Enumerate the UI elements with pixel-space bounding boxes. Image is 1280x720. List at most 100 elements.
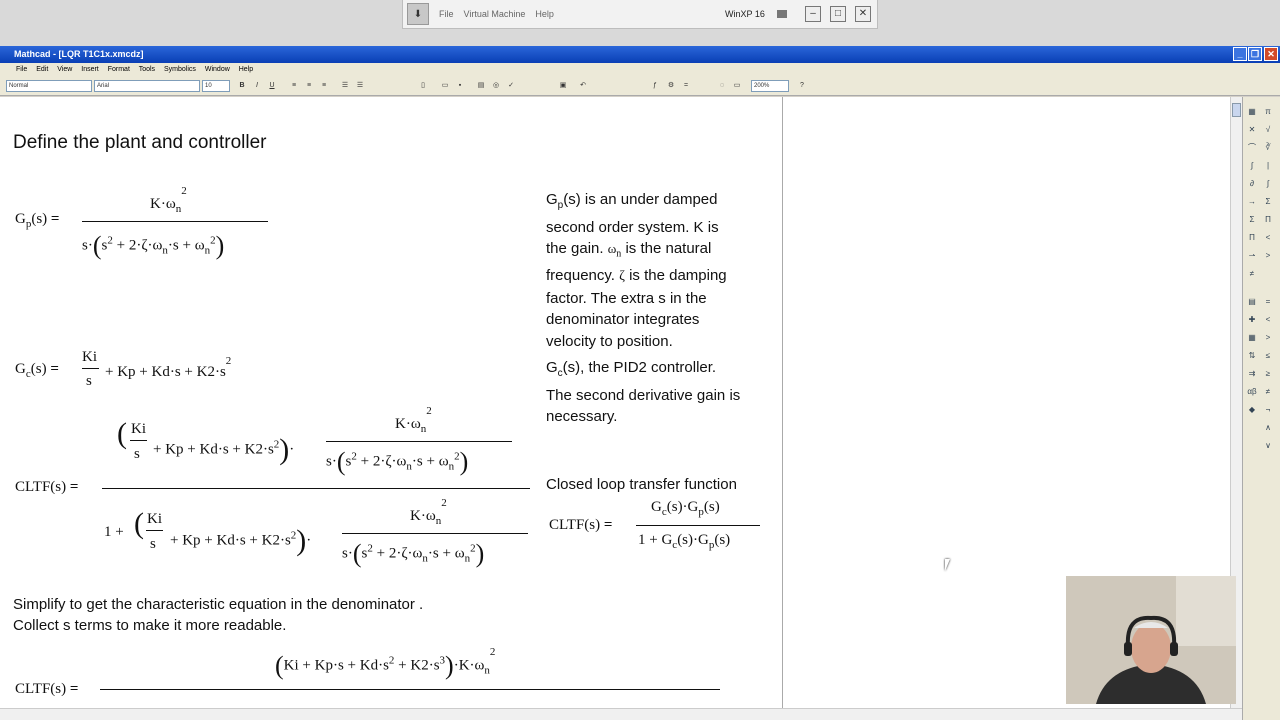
- pin-icon[interactable]: ⬇: [407, 3, 429, 25]
- preview-icon[interactable]: ◎: [491, 81, 501, 91]
- lt-icon[interactable]: <: [1263, 315, 1273, 325]
- gc-description: Gc(s), the PID2 controller. The second d…: [546, 359, 741, 425]
- heading: Define the plant and controller: [13, 132, 267, 153]
- modifier-icon[interactable]: ◆: [1247, 405, 1257, 415]
- paste-icon[interactable]: ▣: [558, 81, 568, 91]
- font-select[interactable]: Arial: [94, 80, 200, 92]
- save-icon[interactable]: ▪: [455, 81, 465, 91]
- window-restore-button[interactable]: ❐: [1248, 47, 1262, 61]
- vm-menu-help[interactable]: Help: [535, 9, 554, 19]
- webcam-overlay: [1066, 576, 1236, 704]
- numbering-icon[interactable]: ☰: [355, 81, 365, 91]
- vector-icon[interactable]: ⇀: [1247, 251, 1257, 261]
- product-icon[interactable]: Π: [1247, 233, 1257, 243]
- ne-icon[interactable]: ≠: [1263, 387, 1273, 397]
- new-icon[interactable]: ▯: [418, 81, 428, 91]
- greek-icon[interactable]: αβ: [1247, 387, 1257, 397]
- sqrt-icon[interactable]: √: [1263, 125, 1273, 135]
- spell-icon[interactable]: ✓: [506, 81, 516, 91]
- ge-icon[interactable]: ≥: [1263, 369, 1273, 379]
- derivative-icon[interactable]: ∂: [1247, 179, 1257, 189]
- math-toolbars: ▦ ✕ ⌒ ∫ ∂ → Σ Π ⇀ ≠ ▤ ✚ ▦ ⇅ ⇉ αβ ◆ π √ ∛…: [1242, 97, 1280, 720]
- or-icon[interactable]: ∨: [1263, 441, 1273, 451]
- align-left-icon[interactable]: ≡: [289, 81, 299, 91]
- menu-format[interactable]: Format: [108, 66, 130, 73]
- vm-toolbar: ⬇ File Virtual Machine Help WinXP 16 – □…: [402, 0, 878, 29]
- abs-icon[interactable]: |: [1263, 161, 1273, 171]
- open-icon[interactable]: ▭: [440, 81, 450, 91]
- font-size-select[interactable]: 10: [202, 80, 230, 92]
- vm-name: WinXP 16: [725, 9, 765, 19]
- italic-icon[interactable]: I: [252, 81, 262, 91]
- page-boundary: [782, 97, 783, 708]
- matrix-icon[interactable]: ▦: [1247, 107, 1257, 117]
- symbolic-icon[interactable]: ⇉: [1247, 369, 1257, 379]
- worksheet[interactable]: Define the plant and controller Gp(s) = …: [0, 97, 1242, 708]
- insert-unit-icon[interactable]: ⚙: [666, 81, 676, 91]
- sigma-icon[interactable]: Σ: [1263, 197, 1273, 207]
- greater-than-icon[interactable]: >: [1263, 251, 1273, 261]
- zoom-select[interactable]: 200%: [751, 80, 789, 92]
- pi-icon[interactable]: π: [1263, 107, 1273, 117]
- vm-menu-virtual-machine[interactable]: Virtual Machine: [464, 9, 526, 19]
- horizontal-scrollbar[interactable]: [0, 708, 1242, 720]
- window-minimize-button[interactable]: _: [1233, 47, 1247, 61]
- mouse-cursor: [945, 559, 955, 571]
- cltf-description: Closed loop transfer function: [546, 476, 737, 493]
- not-icon[interactable]: ¬: [1263, 405, 1273, 415]
- scroll-thumb[interactable]: [1232, 103, 1241, 117]
- menu-symbolics[interactable]: Symbolics: [164, 66, 196, 73]
- presenter-image: [1066, 576, 1236, 704]
- print-icon[interactable]: ▤: [476, 81, 486, 91]
- graph-icon[interactable]: ⌒: [1247, 143, 1257, 153]
- resource-icon[interactable]: ◌: [717, 81, 727, 91]
- bullets-icon[interactable]: ☰: [340, 81, 350, 91]
- menu-file[interactable]: File: [16, 66, 27, 73]
- window-title-bar: Mathcad - [LQR T1C1x.xmcdz] _ ❐ ✕: [0, 46, 1280, 63]
- menu-edit[interactable]: Edit: [36, 66, 48, 73]
- monitor-icon[interactable]: [777, 10, 787, 18]
- close-button[interactable]: ✕: [855, 6, 871, 22]
- calculator-icon[interactable]: ✕: [1247, 125, 1257, 135]
- style-select[interactable]: Normal: [6, 80, 92, 92]
- vm-menu-file[interactable]: File: [439, 9, 454, 19]
- menu-insert[interactable]: Insert: [81, 66, 99, 73]
- pi-product-icon[interactable]: Π: [1263, 215, 1273, 225]
- programming-icon[interactable]: ⇅: [1247, 351, 1257, 361]
- align-right-icon[interactable]: ≡: [319, 81, 329, 91]
- window-title: Mathcad - [LQR T1C1x.xmcdz]: [14, 49, 144, 59]
- table-icon[interactable]: ▦: [1247, 333, 1257, 343]
- le-icon[interactable]: ≤: [1263, 351, 1273, 361]
- help-icon[interactable]: ?: [797, 81, 807, 91]
- equals-icon[interactable]: =: [1263, 297, 1273, 307]
- minimize-button[interactable]: –: [805, 6, 821, 22]
- maximize-button[interactable]: □: [830, 6, 846, 22]
- sum-icon[interactable]: Σ: [1247, 215, 1257, 225]
- menu-window[interactable]: Window: [205, 66, 230, 73]
- gp-description: Gp(s) is an under damped second order sy…: [546, 191, 727, 350]
- and-icon[interactable]: ∧: [1263, 423, 1273, 433]
- simplify-text: Simplify to get the characteristic equat…: [13, 596, 424, 634]
- insert-function-icon[interactable]: ƒ: [650, 81, 660, 91]
- calculate-icon[interactable]: =: [681, 81, 691, 91]
- integral-def-icon[interactable]: ∫: [1263, 179, 1273, 189]
- menu-view[interactable]: View: [57, 66, 72, 73]
- graph-toolbar-icon[interactable]: ▤: [1247, 297, 1257, 307]
- limit-icon[interactable]: →: [1247, 197, 1257, 207]
- underline-icon[interactable]: U: [267, 81, 277, 91]
- vm-top-bar: ⬇ File Virtual Machine Help WinXP 16 – □…: [0, 0, 1280, 46]
- menu-tools[interactable]: Tools: [139, 66, 155, 73]
- bold-icon[interactable]: B: [237, 81, 247, 91]
- window-close-button[interactable]: ✕: [1264, 47, 1278, 61]
- less-than-icon[interactable]: <: [1263, 233, 1273, 243]
- menu-help[interactable]: Help: [239, 66, 253, 73]
- plot-icon[interactable]: ✚: [1247, 315, 1257, 325]
- align-center-icon[interactable]: ≡: [304, 81, 314, 91]
- nth-root-icon[interactable]: ∛: [1263, 143, 1273, 153]
- menu-bar: File Edit View Insert Format Tools Symbo…: [0, 63, 1280, 77]
- component-icon[interactable]: ▭: [732, 81, 742, 91]
- integral-icon[interactable]: ∫: [1247, 161, 1257, 171]
- boolean-icon[interactable]: ≠: [1247, 269, 1257, 279]
- gt-icon[interactable]: >: [1263, 333, 1273, 343]
- undo-icon[interactable]: ↶: [578, 81, 588, 91]
